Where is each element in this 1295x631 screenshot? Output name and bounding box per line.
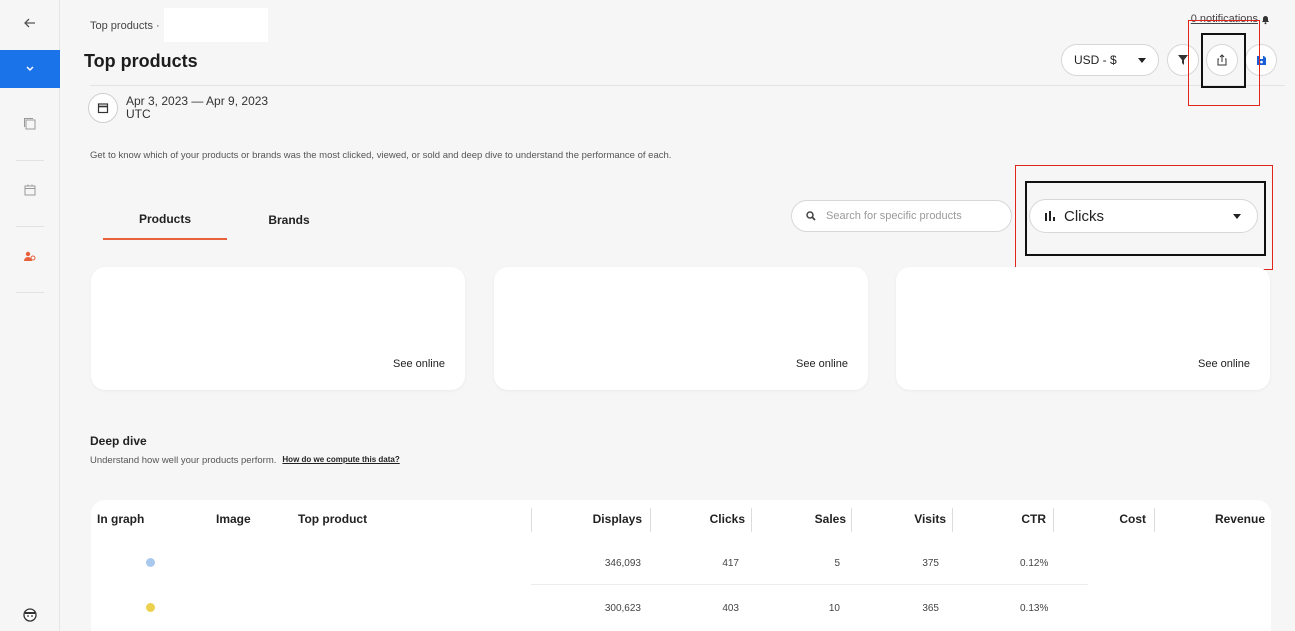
- cell-displays: 346,093: [604, 558, 641, 569]
- calendar-icon: [88, 93, 118, 123]
- users-icon[interactable]: [0, 236, 60, 276]
- column-header-visits[interactable]: Visits: [914, 512, 946, 526]
- bell-icon: [1262, 15, 1269, 24]
- calendar-icon[interactable]: [0, 170, 60, 210]
- caret-down-icon: [1233, 213, 1241, 219]
- export-icon: [1217, 54, 1227, 66]
- column-header-revenue[interactable]: Revenue: [1215, 512, 1265, 526]
- column-divider: [751, 508, 752, 532]
- avatar-icon[interactable]: [0, 604, 60, 626]
- bar-chart-icon: [1045, 211, 1055, 221]
- tab-brands[interactable]: Brands: [227, 200, 351, 240]
- column-header-in-graph[interactable]: In graph: [97, 512, 144, 526]
- deep-dive-subtitle-text: Understand how well your products perfor…: [90, 455, 277, 466]
- breadcrumb: Top products ·: [90, 8, 268, 42]
- cell-ctr: 0.13%: [1020, 603, 1049, 614]
- filter-icon: [1178, 55, 1188, 65]
- column-header-displays[interactable]: Displays: [593, 512, 642, 526]
- sidebar-divider: [16, 292, 44, 293]
- see-online-link[interactable]: See online: [796, 358, 848, 370]
- column-header-image[interactable]: Image: [216, 512, 251, 526]
- copy-icon[interactable]: [0, 104, 60, 144]
- deep-dive-title: Deep dive: [90, 434, 147, 448]
- chevron-down-icon[interactable]: [0, 50, 60, 88]
- arrow-left-icon[interactable]: [0, 8, 60, 38]
- compute-data-link[interactable]: How do we compute this data?: [282, 455, 399, 466]
- cell-sales: 5: [834, 558, 840, 569]
- column-divider: [851, 508, 852, 532]
- breadcrumb-mask: [163, 8, 268, 42]
- notifications-label: 0 notifications: [1190, 13, 1258, 25]
- cell-clicks: 417: [722, 558, 739, 569]
- cell-displays: 300,623: [604, 603, 641, 614]
- save-icon: [1256, 55, 1266, 65]
- metric-select[interactable]: Clicks: [1029, 199, 1258, 233]
- tab-products[interactable]: Products: [103, 200, 227, 240]
- cell-sales: 10: [828, 603, 840, 614]
- currency-select[interactable]: USD - $: [1061, 44, 1159, 76]
- column-divider: [952, 508, 953, 532]
- caret-down-icon: [1138, 57, 1146, 63]
- column-divider: [1154, 508, 1155, 532]
- search-input[interactable]: Search for specific products: [791, 200, 1012, 232]
- sidebar: [0, 0, 60, 631]
- column-header-sales[interactable]: Sales: [815, 512, 846, 526]
- column-header-clicks[interactable]: Clicks: [710, 512, 745, 526]
- sidebar-divider: [16, 160, 44, 161]
- page-title: Top products: [84, 51, 198, 71]
- search-icon: [806, 211, 816, 221]
- column-header-ctr[interactable]: CTR: [1021, 512, 1046, 526]
- product-card[interactable]: See online: [896, 267, 1270, 390]
- series-dot[interactable]: [146, 558, 155, 567]
- product-card[interactable]: See online: [91, 267, 465, 390]
- column-header-top-product[interactable]: Top product: [298, 512, 367, 526]
- see-online-link[interactable]: See online: [393, 358, 445, 370]
- cell-ctr: 0.12%: [1020, 558, 1049, 569]
- column-divider: [531, 508, 532, 532]
- filter-button[interactable]: [1167, 44, 1199, 76]
- deep-dive-table: In graph Image Top product Displays Clic…: [91, 500, 1271, 631]
- sidebar-divider: [16, 226, 44, 227]
- date-range-picker[interactable]: Apr 3, 2023 — Apr 9, 2023 UTC: [88, 93, 268, 123]
- page-description: Get to know which of your products or br…: [90, 150, 672, 161]
- tab-bar: Products Brands: [103, 200, 351, 240]
- see-online-link[interactable]: See online: [1198, 358, 1250, 370]
- date-timezone: UTC: [126, 107, 151, 121]
- deep-dive-subtitle: Understand how well your products perfor…: [90, 455, 400, 466]
- export-button[interactable]: [1206, 44, 1238, 76]
- main-content: Top products · 0 notifications Top produ…: [60, 0, 1295, 631]
- column-divider: [1053, 508, 1054, 532]
- column-header-cost[interactable]: Cost: [1119, 512, 1146, 526]
- product-card[interactable]: See online: [494, 267, 868, 390]
- title-divider: [90, 85, 1285, 86]
- currency-value: USD - $: [1074, 53, 1117, 67]
- breadcrumb-label[interactable]: Top products ·: [90, 20, 160, 32]
- metric-value: Clicks: [1064, 207, 1104, 225]
- cell-clicks: 403: [722, 603, 739, 614]
- cell-visits: 365: [922, 603, 939, 614]
- save-button[interactable]: [1245, 44, 1277, 76]
- cell-visits: 375: [922, 558, 939, 569]
- column-divider: [650, 508, 651, 532]
- notifications-link[interactable]: 0 notifications: [1191, 13, 1271, 25]
- row-divider: [531, 584, 1088, 585]
- cost-revenue-mask: [1088, 542, 1271, 631]
- search-placeholder: Search for specific products: [826, 210, 962, 222]
- series-dot[interactable]: [146, 603, 155, 612]
